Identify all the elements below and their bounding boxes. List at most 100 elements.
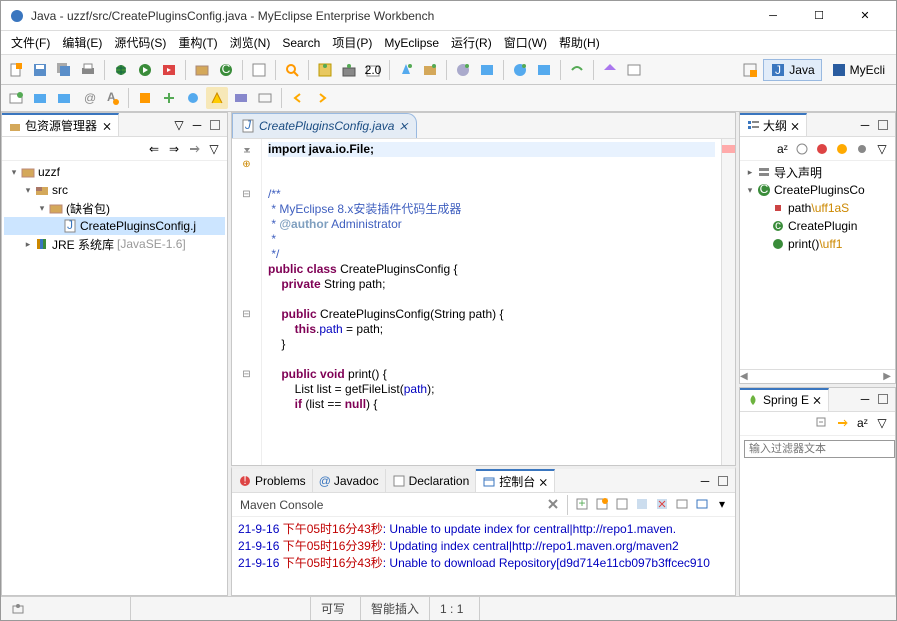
- scroll-left-icon[interactable]: ◀: [740, 371, 748, 382]
- console-btn-6[interactable]: [673, 495, 691, 513]
- menu-myeclipse[interactable]: MyEclipse: [378, 34, 445, 52]
- filter-local-icon[interactable]: [853, 140, 871, 158]
- maximize-button[interactable]: ☐: [796, 1, 842, 31]
- menu-search[interactable]: Search: [276, 34, 326, 52]
- run-button[interactable]: [134, 59, 156, 81]
- view-menu-button[interactable]: ▽: [205, 140, 223, 158]
- sort-icon[interactable]: aᶻ: [853, 414, 871, 432]
- console-btn-4[interactable]: [633, 495, 651, 513]
- outline-field[interactable]: path \uff1aS: [742, 199, 893, 217]
- minimize-view-icon[interactable]: ─: [857, 117, 873, 133]
- new-package-button[interactable]: [191, 59, 213, 81]
- view-menu-button[interactable]: ▽: [873, 414, 891, 432]
- minimize-button[interactable]: ─: [750, 1, 796, 31]
- tb2-btn-9[interactable]: [206, 87, 228, 109]
- tree-project[interactable]: ▾ uzzf: [4, 163, 225, 181]
- open-type-button[interactable]: [248, 59, 270, 81]
- tree-jre[interactable]: ▸ JRE 系统库 [JavaSE-1.6]: [4, 235, 225, 253]
- debug-button[interactable]: [110, 59, 132, 81]
- save-all-button[interactable]: [53, 59, 75, 81]
- overview-ruler[interactable]: [721, 139, 735, 465]
- new-button[interactable]: [5, 59, 27, 81]
- toolbar-btn-12[interactable]: [623, 59, 645, 81]
- tab-javadoc[interactable]: @ Javadoc: [313, 469, 386, 492]
- search-button[interactable]: [281, 59, 303, 81]
- forward-icon[interactable]: ⇒: [165, 140, 183, 158]
- outline-method[interactable]: print() \uff1: [742, 235, 893, 253]
- new-class-button[interactable]: C: [215, 59, 237, 81]
- minimize-view-icon[interactable]: ─: [189, 117, 205, 133]
- close-button[interactable]: ✕: [842, 1, 888, 31]
- toolbar-btn-3[interactable]: 2.0: [362, 59, 384, 81]
- filter-nonpublic-icon[interactable]: [833, 140, 851, 158]
- minimize-view-icon[interactable]: ─: [697, 473, 713, 489]
- close-tab-icon[interactable]: ⨯: [538, 475, 548, 489]
- toolbar-btn-7[interactable]: [476, 59, 498, 81]
- tb2-btn-8[interactable]: [182, 87, 204, 109]
- menu-run[interactable]: 运行(R): [445, 32, 498, 53]
- link-editor-icon[interactable]: [833, 414, 851, 432]
- editor-tab[interactable]: J CreatePluginsConfig.java ⨯: [232, 113, 417, 138]
- tb2-btn-5[interactable]: A: [101, 87, 123, 109]
- close-tab-icon[interactable]: ⨯: [812, 393, 822, 407]
- tb2-btn-4[interactable]: @: [77, 87, 99, 109]
- menu-help[interactable]: 帮助(H): [553, 32, 606, 53]
- tree-package[interactable]: ▾ (缺省包): [4, 199, 225, 217]
- close-tab-icon[interactable]: ⨯: [102, 119, 112, 133]
- close-tab-icon[interactable]: ⨯: [790, 119, 800, 133]
- menu-refactor[interactable]: 重构(T): [172, 32, 223, 53]
- outline-class[interactable]: ▾ C CreatePluginsCo: [742, 181, 893, 199]
- outline-constructor[interactable]: c CreatePlugin: [742, 217, 893, 235]
- console-btn-7[interactable]: [693, 495, 711, 513]
- package-explorer-tab[interactable]: 包资源管理器 ⨯: [2, 113, 119, 136]
- tb2-btn-11[interactable]: [254, 87, 276, 109]
- maximize-view-icon[interactable]: [207, 117, 223, 133]
- spring-tab[interactable]: Spring E ⨯: [740, 388, 829, 411]
- editor-gutter[interactable]: ⊕ ⊟ ⊟ ⊟: [232, 139, 262, 465]
- run-ext-button[interactable]: [158, 59, 180, 81]
- open-perspective-button[interactable]: [739, 59, 761, 81]
- back-button[interactable]: [287, 87, 309, 109]
- save-button[interactable]: [29, 59, 51, 81]
- console-btn-1[interactable]: +: [573, 495, 591, 513]
- view-menu-button[interactable]: ▽: [873, 140, 891, 158]
- perspective-myeclipse[interactable]: MyEcli: [824, 59, 892, 81]
- tb2-btn-1[interactable]: [5, 87, 27, 109]
- toolbar-btn-2[interactable]: [338, 59, 360, 81]
- menu-source[interactable]: 源代码(S): [108, 32, 172, 53]
- forward-button[interactable]: [311, 87, 333, 109]
- toolbar-btn-9[interactable]: [533, 59, 555, 81]
- tree-java-file[interactable]: J CreatePluginsConfig.j: [4, 217, 225, 235]
- tb2-btn-3[interactable]: [53, 87, 75, 109]
- filter-static-icon[interactable]: [813, 140, 831, 158]
- console-btn-2[interactable]: [593, 495, 611, 513]
- tb2-btn-6[interactable]: [134, 87, 156, 109]
- collapse-all-icon[interactable]: [813, 414, 831, 432]
- outline-tab[interactable]: 大纲 ⨯: [740, 113, 807, 136]
- code-area[interactable]: import java.io.File; /** * MyEclipse 8.x…: [262, 139, 721, 465]
- link-editor-icon[interactable]: [185, 140, 203, 158]
- maximize-view-icon[interactable]: [875, 117, 891, 133]
- filter-fields-icon[interactable]: [793, 140, 811, 158]
- tb2-btn-2[interactable]: [29, 87, 51, 109]
- spring-filter-input[interactable]: [744, 440, 895, 458]
- console-dropdown[interactable]: ▾: [713, 495, 731, 513]
- minimize-view-icon[interactable]: ─: [857, 391, 873, 407]
- maximize-view-icon[interactable]: [875, 391, 891, 407]
- tab-console[interactable]: 控制台 ⨯: [476, 469, 555, 492]
- tab-declaration[interactable]: Declaration: [386, 469, 477, 492]
- close-editor-icon[interactable]: ⨯: [398, 119, 408, 133]
- menu-file[interactable]: 文件(F): [5, 32, 56, 53]
- toolbar-btn-11[interactable]: [599, 59, 621, 81]
- console-btn-5[interactable]: [653, 495, 671, 513]
- back-icon[interactable]: ⇐: [145, 140, 163, 158]
- scroll-right-icon[interactable]: ▶: [883, 371, 891, 382]
- tree-src[interactable]: ▾ src: [4, 181, 225, 199]
- console-btn-3[interactable]: [613, 495, 631, 513]
- tab-problems[interactable]: ! Problems: [232, 469, 313, 492]
- print-button[interactable]: [77, 59, 99, 81]
- maximize-view-icon[interactable]: [715, 473, 731, 489]
- toolbar-btn-4[interactable]: [395, 59, 417, 81]
- menu-window[interactable]: 窗口(W): [498, 32, 553, 53]
- menu-project[interactable]: 项目(P): [326, 32, 378, 53]
